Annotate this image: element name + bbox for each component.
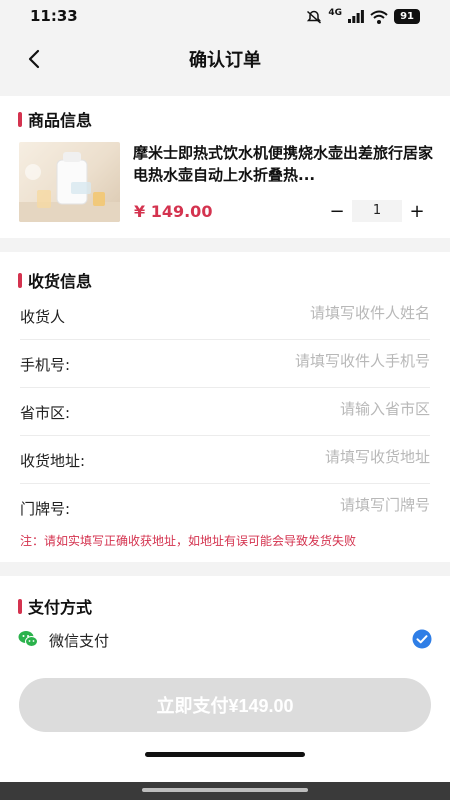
payment-option-wechat[interactable]: 微信支付 — [18, 628, 432, 652]
quantity-stepper: − 1 + — [322, 200, 432, 222]
bell-off-icon — [307, 10, 322, 24]
wifi-icon — [370, 10, 388, 24]
form-label: 手机号: — [20, 356, 71, 374]
accent-bar — [18, 272, 22, 288]
quantity-value[interactable]: 1 — [352, 200, 402, 222]
form-label: 收货地址: — [20, 452, 86, 470]
form-row-door-number: 门牌号: — [20, 484, 430, 532]
form-row-address: 收货地址: — [20, 436, 430, 484]
form-row-region: 省市区: — [20, 388, 430, 436]
accent-bar — [18, 598, 22, 614]
status-time: 11:33 — [30, 7, 78, 25]
section-title: 商品信息 — [28, 111, 93, 130]
product-name[interactable]: 摩米士即热式饮水机便携烧水壶出差旅行居家电热水壶自动上水折叠热... — [133, 142, 433, 186]
recipient-name-input[interactable] — [190, 304, 430, 322]
page-title: 确认订单 — [189, 50, 261, 71]
product-price: ¥ 149.00 — [134, 202, 213, 221]
battery-icon: 91 — [394, 9, 420, 24]
form-label: 省市区: — [20, 404, 71, 422]
kettle-illustration — [19, 152, 120, 222]
payment-method-label: 微信支付 — [49, 632, 110, 650]
check-circle-icon[interactable] — [412, 629, 432, 649]
shipping-card: 收货信息 收货人 手机号: 省市区: 收货地址: 门牌号: 注：请如实填写正确收… — [0, 252, 450, 562]
bottom-strip — [0, 782, 450, 800]
address-input[interactable] — [190, 448, 430, 466]
form-label: 门牌号: — [20, 500, 71, 518]
signal-icon — [348, 10, 364, 23]
bottom-handle — [142, 788, 308, 792]
shipping-section-header: 收货信息 — [18, 268, 92, 292]
door-number-input[interactable] — [190, 496, 430, 514]
form-row-phone: 手机号: — [20, 340, 430, 388]
nav-bar: 确认订单 — [0, 34, 450, 84]
form-label: 收货人 — [20, 308, 66, 326]
status-bar: 11:33 4G 91 — [0, 0, 450, 34]
product-image[interactable] — [19, 142, 120, 222]
product-card: 商品信息 摩米士即热式饮水机便携烧水壶出差旅行居家电热水壶自动上水折叠热... … — [0, 96, 450, 238]
home-indicator[interactable] — [145, 752, 305, 757]
accent-bar — [18, 111, 22, 127]
phone-input[interactable] — [190, 352, 430, 370]
increment-button[interactable]: + — [402, 200, 432, 222]
address-notice: 注：请如实填写正确收获地址，如地址有误可能会导致发货失败 — [20, 534, 357, 548]
payment-section-header: 支付方式 — [18, 594, 92, 618]
decrement-button[interactable]: − — [322, 200, 352, 222]
section-title: 支付方式 — [28, 598, 93, 617]
region-input[interactable] — [190, 400, 430, 418]
section-title: 收货信息 — [28, 272, 93, 291]
form-row-recipient: 收货人 — [20, 292, 430, 340]
network-type: 4G — [328, 8, 343, 18]
wechat-icon — [18, 631, 38, 647]
pay-now-button[interactable]: 立即支付¥149.00 — [19, 678, 431, 732]
product-section-header: 商品信息 — [18, 107, 92, 131]
status-icons: 4G 91 — [306, 9, 420, 24]
